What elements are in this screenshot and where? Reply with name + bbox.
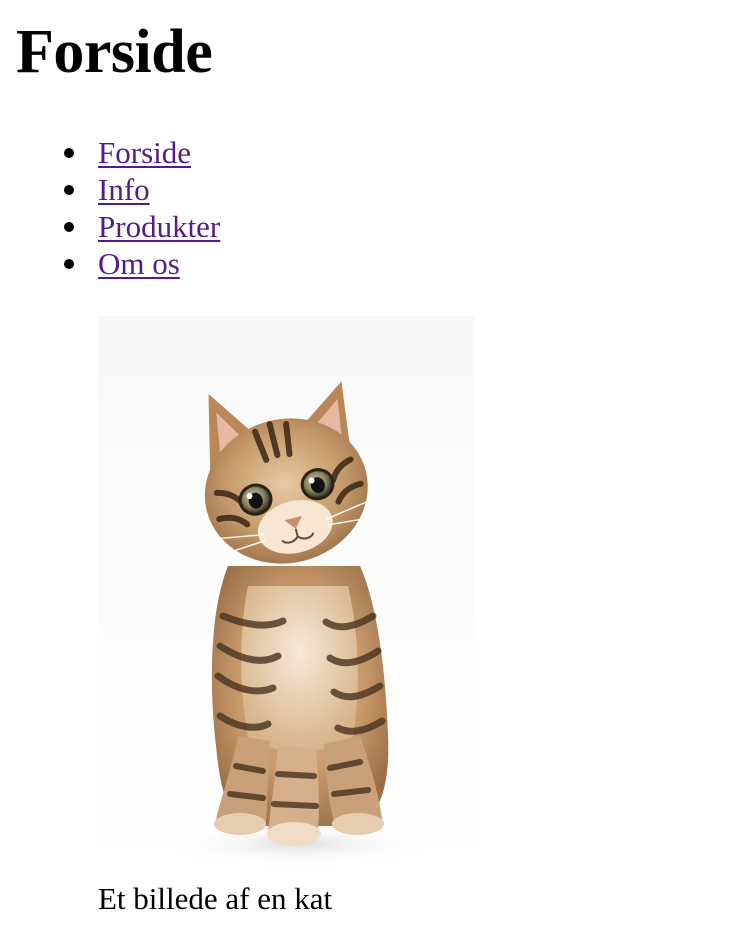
page-title: Forside <box>16 18 213 86</box>
nav-item-produkter: Produkter <box>0 208 220 245</box>
nav-item-om-os: Om os <box>0 245 220 282</box>
bullet-icon <box>64 148 74 158</box>
bullet-icon <box>64 185 74 195</box>
main-navigation: Forside Info Produkter Om os <box>0 134 220 282</box>
kitten-image <box>98 316 474 876</box>
nav-link-produkter[interactable]: Produkter <box>98 209 220 244</box>
kitten-figure <box>98 316 474 876</box>
nav-link-om-os[interactable]: Om os <box>98 246 180 281</box>
nav-link-forside[interactable]: Forside <box>98 135 191 170</box>
image-caption: Et billede af en kat <box>98 881 333 916</box>
nav-item-forside: Forside <box>0 134 220 171</box>
nav-link-info[interactable]: Info <box>98 172 150 207</box>
bullet-icon <box>64 222 74 232</box>
bullet-icon <box>64 259 74 269</box>
nav-item-info: Info <box>0 171 220 208</box>
